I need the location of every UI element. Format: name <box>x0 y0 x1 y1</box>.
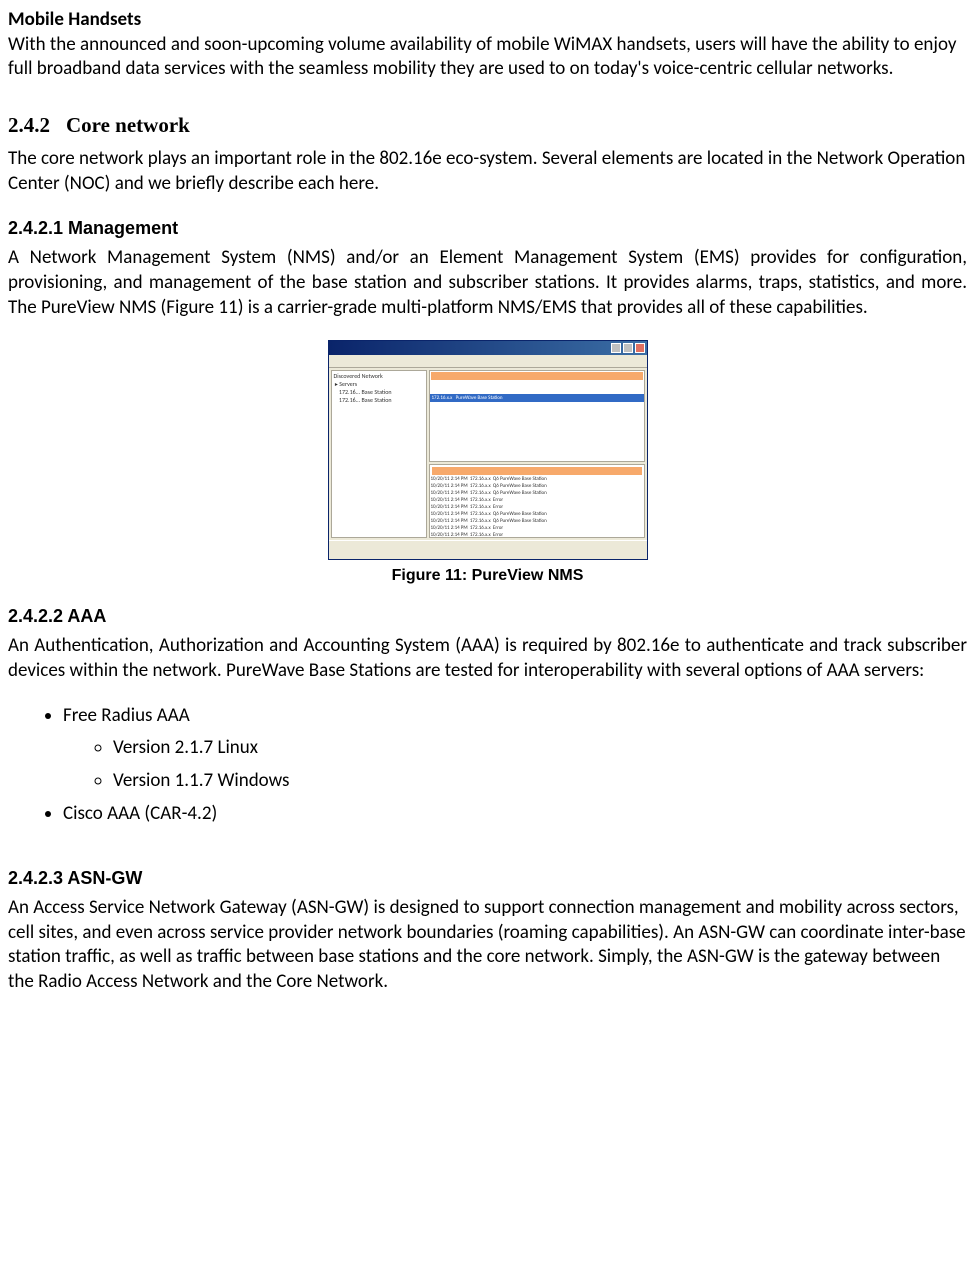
para-core-network: The core network plays an important role… <box>8 147 967 196</box>
heading-aaa: 2.4.2.2 AAA <box>8 605 967 628</box>
nms-log-panel: 10/20/11 2:14 PM 172.16.x.x Q6 PureWave … <box>429 464 645 538</box>
aaa-item-free-radius: Free Radius AAA <box>63 704 190 727</box>
heading-mobile-handsets: Mobile Handsets <box>8 8 967 33</box>
maximize-icon <box>623 343 633 353</box>
section-title: Core network <box>66 113 190 137</box>
figure-pureview-nms: Discovered Network ▸ Servers 172.16... B… <box>8 340 967 560</box>
figure-caption: Figure 11: PureView NMS <box>8 566 967 587</box>
nms-tree-panel: Discovered Network ▸ Servers 172.16... B… <box>331 370 427 538</box>
heading-asngw: 2.4.2.3 ASN-GW <box>8 867 967 890</box>
nms-screenshot: Discovered Network ▸ Servers 172.16... B… <box>328 340 648 560</box>
para-aaa: An Authentication, Authorization and Acc… <box>8 634 967 683</box>
nms-detail-panel: 172.16.x.x PureWave Base Station <box>429 370 645 462</box>
para-mobile-handsets: With the announced and soon-upcoming vol… <box>8 33 967 82</box>
aaa-sub-windows: Version 1.1.7 Windows <box>113 769 289 792</box>
aaa-item-cisco: Cisco AAA (CAR-4.2) <box>63 802 217 825</box>
list-item: Free Radius AAA Version 2.1.7 Linux Vers… <box>63 704 967 794</box>
close-icon <box>635 343 645 353</box>
section-number: 2.4.2 <box>8 112 50 139</box>
aaa-list: Free Radius AAA Version 2.1.7 Linux Vers… <box>8 704 967 827</box>
nms-statusbar <box>329 540 647 555</box>
nms-toolbar <box>329 355 647 368</box>
heading-management: 2.4.2.1 Management <box>8 217 967 240</box>
heading-core-network: 2.4.2 Core network <box>8 112 967 139</box>
list-item: Cisco AAA (CAR-4.2) <box>63 802 967 827</box>
para-management: A Network Management System (NMS) and/or… <box>8 246 967 320</box>
list-item: Version 1.1.7 Windows <box>113 769 967 794</box>
minimize-icon <box>611 343 621 353</box>
list-item: Version 2.1.7 Linux <box>113 736 967 761</box>
para-asngw: An Access Service Network Gateway (ASN-G… <box>8 896 967 995</box>
aaa-sub-linux: Version 2.1.7 Linux <box>113 736 258 759</box>
nms-titlebar <box>329 341 647 355</box>
